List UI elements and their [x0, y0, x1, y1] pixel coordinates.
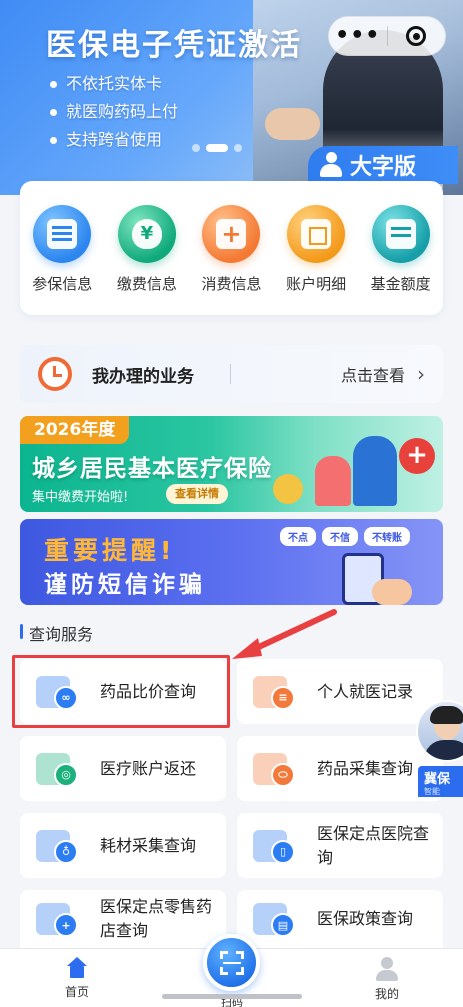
service-designated-pharmacies[interactable]: + 医保定点零售药店查询: [20, 890, 226, 948]
home-icon: [65, 957, 89, 979]
scan-button[interactable]: [203, 934, 260, 991]
medical-record-icon: ≡: [253, 670, 303, 714]
quick-item-label: 账户明细: [286, 275, 347, 293]
hand-illustration: [372, 579, 412, 605]
service-account-refund[interactable]: ◎ 医疗账户返还: [20, 736, 226, 801]
warning-subline: 谨防短信诈骗: [44, 572, 206, 598]
fraud-warning-ad[interactable]: 重要提醒! 谨防短信诈骗 不点 不信 不转账: [20, 519, 443, 605]
banner-bullet: 不依托实体卡: [50, 70, 178, 98]
home-indicator: [162, 994, 302, 999]
banner-title: 医保电子凭证激活: [46, 28, 302, 63]
hospital-icon: ▯: [253, 824, 303, 868]
carousel-dot: [192, 144, 200, 152]
warning-tag: 不转账: [364, 527, 410, 546]
carousel-indicator: [192, 144, 242, 152]
ad-title: 城乡居民基本医疗保险: [32, 456, 272, 482]
chevron-right-icon: ›: [417, 362, 425, 386]
service-label: 个人就医记录: [317, 681, 414, 701]
quick-menu-card: 参保信息 缴费信息 消费信息 账户明细 基金额度: [20, 181, 443, 315]
carousel-dot-active: [206, 144, 228, 152]
divider: [230, 364, 231, 384]
fund-chart-icon: [371, 205, 430, 263]
service-label: 医疗账户返还: [100, 758, 197, 778]
quick-item-account-details[interactable]: 账户明细: [274, 205, 358, 315]
assistant-avatar-button[interactable]: 冀保 智能: [416, 700, 463, 797]
large-font-mode-button[interactable]: 大字版: [308, 146, 458, 184]
service-designated-hospitals[interactable]: ▯ 医保定点医院查询: [237, 813, 443, 878]
quick-item-label: 消费信息: [201, 275, 262, 293]
quick-item-fund-quota[interactable]: 基金额度: [359, 205, 443, 315]
service-label: 医保定点零售药店查询: [100, 897, 213, 940]
medical-bill-icon: [202, 205, 261, 263]
assistant-subtitle: 智能: [418, 786, 463, 797]
banner-scanner-image: [265, 108, 320, 140]
service-consumables-collection[interactable]: ♁ 耗材采集查询: [20, 813, 226, 878]
warning-tag: 不点: [280, 527, 316, 546]
pointer-arrow-icon: [232, 609, 337, 659]
assistant-avatar: [416, 700, 463, 762]
view-details-button[interactable]: 查看详情: [166, 484, 228, 504]
ad-subtitle: 集中缴费开始啦!: [32, 490, 129, 505]
scan-icon: [219, 950, 244, 975]
quick-item-payment-info[interactable]: 缴费信息: [105, 205, 189, 315]
insurance-payment-ad[interactable]: 2026年度 城乡居民基本医疗保险 集中缴费开始啦! 查看详情: [20, 416, 443, 512]
more-options-button[interactable]: •••: [329, 25, 387, 47]
alarm-clock-icon: [38, 357, 72, 391]
tab-me[interactable]: 我的: [347, 957, 427, 1002]
policy-document-icon: ▤: [253, 897, 303, 941]
tab-home[interactable]: 首页: [37, 957, 117, 1000]
pharmacy-icon: +: [36, 897, 86, 941]
insurance-card-icon: [33, 205, 92, 263]
user-icon: [375, 957, 399, 981]
account-book-icon: [287, 205, 346, 263]
warning-tag: 不信: [322, 527, 358, 546]
section-title: 查询服务: [20, 621, 93, 645]
service-label: 药品采集查询: [317, 758, 414, 778]
quick-item-insurance-info[interactable]: 参保信息: [20, 205, 104, 315]
person-icon: [318, 152, 344, 178]
my-business-bar[interactable]: 我办理的业务 点击查看 ›: [20, 345, 443, 403]
shield-yen-icon: [117, 205, 176, 263]
close-target-icon: [406, 26, 427, 46]
quick-item-label: 基金额度: [370, 275, 431, 293]
service-label: 医保政策查询: [317, 909, 414, 928]
warning-headline: 重要提醒!: [44, 536, 176, 565]
service-label: 医保定点医院查询: [317, 823, 430, 867]
banner-bullet: 就医购药码上付: [50, 98, 178, 126]
service-drug-collection[interactable]: ⬭ 药品采集查询: [237, 736, 443, 801]
wallet-refund-icon: ◎: [36, 747, 86, 791]
pill-compare-icon: ∞: [36, 670, 86, 714]
service-label: 耗材采集查询: [100, 835, 197, 855]
close-miniprogram-button[interactable]: [388, 26, 446, 46]
quick-item-label: 缴费信息: [116, 275, 177, 293]
service-label: 药品比价查询: [100, 681, 197, 701]
miniprogram-capsule: •••: [328, 16, 446, 56]
warning-tags: 不点 不信 不转账: [280, 527, 410, 546]
banner-bullet: 支持跨省使用: [50, 126, 178, 154]
service-medical-records[interactable]: ≡ 个人就医记录: [237, 659, 443, 724]
tab-label: 我的: [374, 987, 399, 1001]
carousel-dot: [234, 144, 242, 152]
capsule-icon: ⬭: [253, 747, 303, 791]
my-business-title: 我办理的业务: [92, 366, 194, 387]
large-font-label: 大字版: [350, 155, 417, 180]
quick-item-label: 参保信息: [32, 275, 93, 293]
view-business-link[interactable]: 点击查看: [341, 362, 405, 386]
service-drug-price-compare[interactable]: ∞ 药品比价查询: [20, 659, 226, 724]
ad-year-tag: 2026年度: [20, 416, 130, 444]
banner-bullets: 不依托实体卡 就医购药码上付 支持跨省使用: [50, 70, 178, 154]
stethoscope-icon: ♁: [36, 824, 86, 868]
quick-item-consumption-info[interactable]: 消费信息: [189, 205, 273, 315]
tab-label: 首页: [64, 985, 89, 999]
family-illustration: [273, 424, 435, 506]
service-policy-query[interactable]: ▤ 医保政策查询: [237, 890, 443, 948]
assistant-name: 冀保: [418, 766, 463, 787]
